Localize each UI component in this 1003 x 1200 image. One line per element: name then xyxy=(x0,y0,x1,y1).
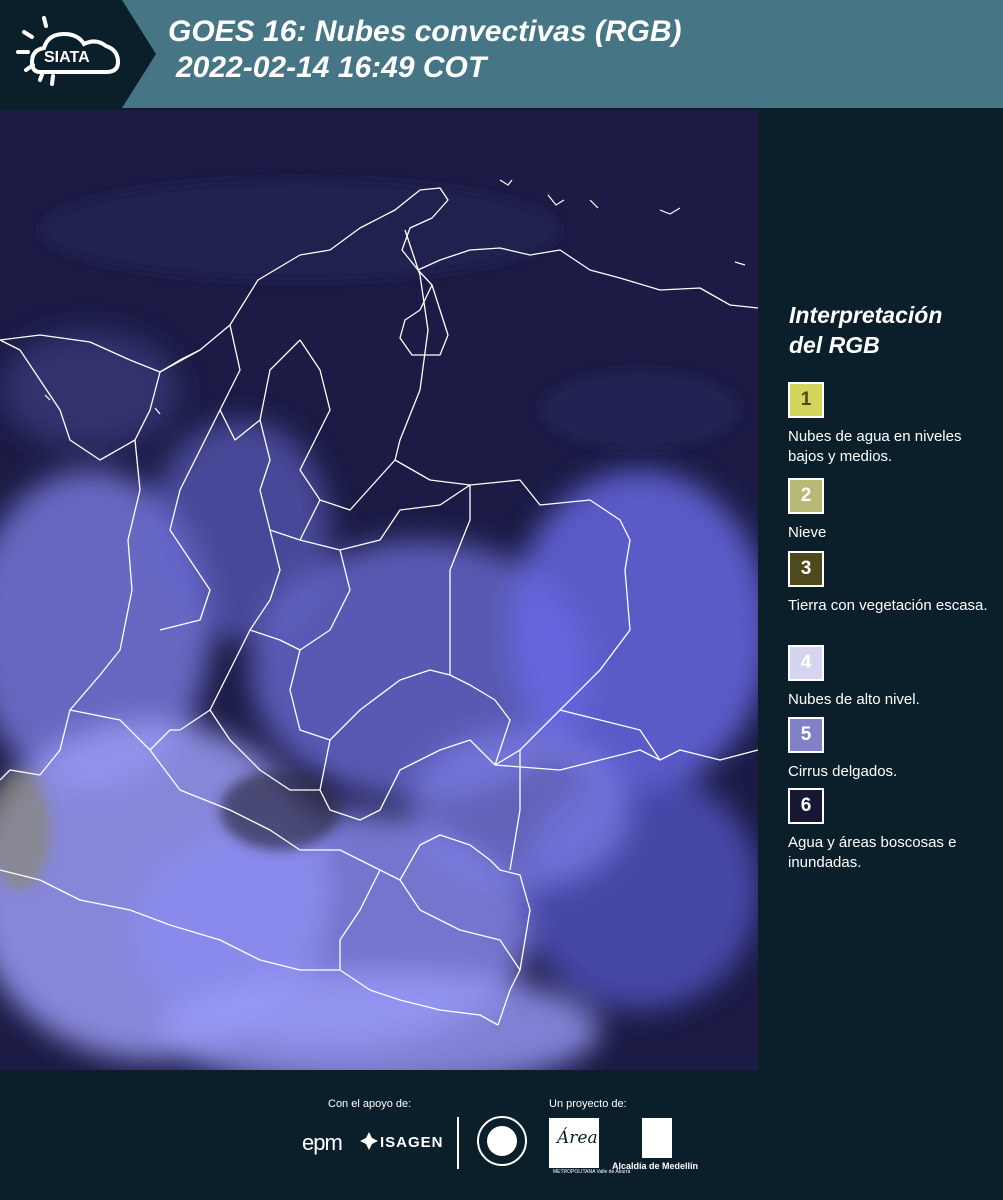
legend-label-1: Nubes de agua en niveles bajos y medios. xyxy=(788,428,962,465)
header-bar: SIATA GOES 16: Nubes convectivas (RGB) 2… xyxy=(0,0,1003,108)
epm-logo: epm xyxy=(302,1130,343,1155)
satellite-map xyxy=(0,110,758,1070)
legend-item-2: 2 Nieve xyxy=(788,478,998,543)
siata-logo-text: SIATA xyxy=(44,49,90,66)
project-label: Un proyecto de: xyxy=(549,1098,627,1110)
legend-swatch-4: 4 xyxy=(788,645,824,681)
legend-swatch-5: 5 xyxy=(788,717,824,753)
legend-label-4: Nubes de alto nivel. xyxy=(788,691,920,708)
siata-logo: SIATA xyxy=(0,0,160,108)
legend-swatch-3: 3 xyxy=(788,551,824,587)
area-logo-word: Área xyxy=(557,1128,598,1148)
footer-divider xyxy=(457,1117,459,1169)
legend-item-6: 6 Agua y áreas boscosas e inundadas. xyxy=(788,788,998,873)
area-metropolitana-logo: Área xyxy=(549,1118,599,1168)
alcaldia-shield-icon xyxy=(642,1118,672,1158)
title-line-2: 2022-02-14 16:49 COT xyxy=(176,51,487,84)
legend-item-5: 5 Cirrus delgados. xyxy=(788,717,998,782)
legend-swatch-2: 2 xyxy=(788,478,824,514)
legend-title-line-2: del RGB xyxy=(789,332,880,358)
legend-item-1: 1 Nubes de agua en niveles bajos y medio… xyxy=(788,382,998,467)
legend-item-4: 4 Nubes de alto nivel. xyxy=(788,645,998,710)
legend-panel: Interpretación del RGB 1 Nubes de agua e… xyxy=(758,108,1003,1070)
legend-title-line-1: Interpretación xyxy=(789,302,943,328)
isagen-logo: ISAGEN xyxy=(380,1134,444,1151)
page-title: GOES 16: Nubes convectivas (RGB) 2022-02… xyxy=(168,14,682,86)
legend-label-6: Agua y áreas boscosas e inundadas. xyxy=(788,834,957,871)
legend-label-2: Nieve xyxy=(788,524,827,541)
footer: Con el apoyo de: Un proyecto de: epm ISA… xyxy=(0,1070,1003,1200)
isagen-icon xyxy=(360,1132,378,1150)
title-line-1: GOES 16: Nubes convectivas (RGB) xyxy=(168,15,682,48)
legend-label-3: Tierra con vegetación escasa. xyxy=(788,597,988,614)
legend-item-3: 3 Tierra con vegetación escasa. xyxy=(788,551,998,616)
legend-swatch-1: 1 xyxy=(788,382,824,418)
alcaldia-logo-text: Alcaldía de Medellín xyxy=(612,1161,699,1171)
support-label: Con el apoyo de: xyxy=(328,1098,412,1110)
legend-label-5: Cirrus delgados. xyxy=(788,763,898,780)
legend-swatch-6: 6 xyxy=(788,788,824,824)
medellin-seal-icon xyxy=(477,1116,527,1166)
legend-title: Interpretación del RGB xyxy=(789,300,942,360)
